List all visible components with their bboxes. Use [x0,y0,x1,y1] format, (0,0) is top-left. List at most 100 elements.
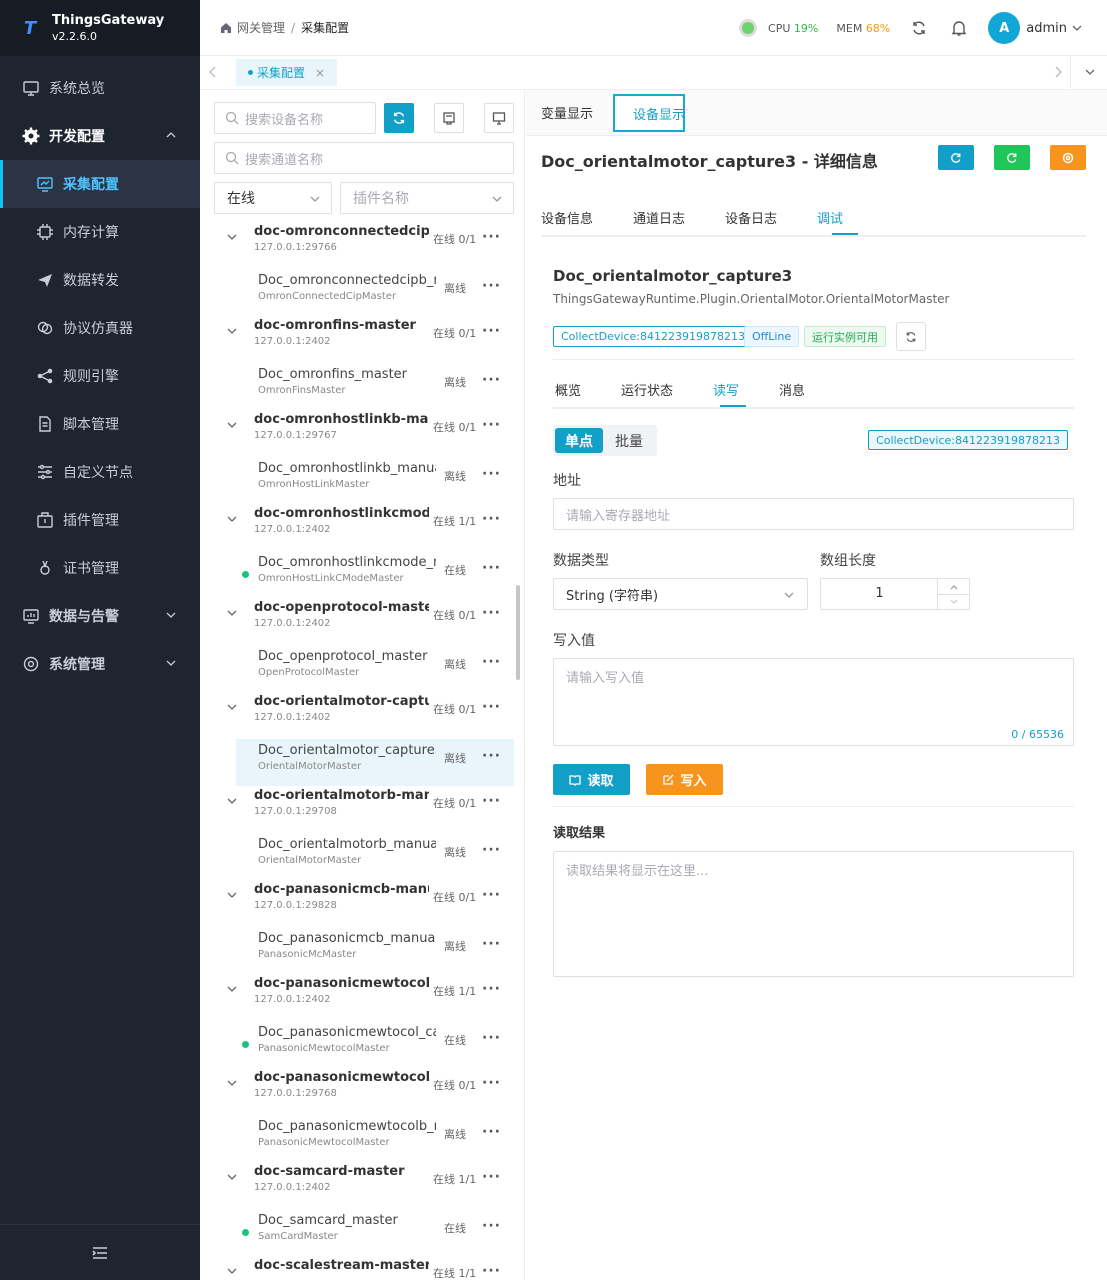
sidebar-item-protocol-sim[interactable]: 协议仿真器 [0,304,200,352]
user-name[interactable]: admin [1026,21,1067,36]
chevron-down-icon[interactable] [226,419,238,431]
mode-single-button[interactable]: 单点 [555,428,603,453]
tab-variable-view[interactable]: 变量显示 [541,90,593,134]
sidebar-item-cert-mgmt[interactable]: 证书管理 [0,544,200,592]
chevron-down-icon[interactable] [226,607,238,619]
tree-device-node[interactable]: Doc_panasonicmewtocol_cap... PanasonicMew… [214,1021,514,1068]
tree-device-node[interactable]: Doc_panasonicmewtocolb_m... PanasonicMewt… [214,1115,514,1162]
tree-channel-node[interactable]: doc-samcard-master 127.0.0.1:2402 在线 1/1 ··… [214,1162,514,1209]
more-icon[interactable]: ··· [482,560,501,576]
chevron-down-icon[interactable] [226,701,238,713]
chevron-left-icon[interactable] [206,64,220,80]
tree-channel-node[interactable]: doc-omronhostlinkcmode-... 127.0.0.1:2402… [214,504,514,551]
tree-channel-node[interactable]: doc-orientalmotor-capture3 127.0.0.1:2402… [214,692,514,739]
status-select[interactable]: 在线 [214,182,332,214]
tab-device-info[interactable]: 设备信息 [541,208,593,227]
increment-button[interactable] [938,579,969,594]
write-value-textarea[interactable]: 请输入写入值 0 / 65536 [553,658,1074,746]
more-icon[interactable]: ··· [482,699,501,715]
avatar[interactable]: A [988,12,1021,44]
sidebar-item-overview[interactable]: 系统总览 [0,64,200,112]
tree-device-node[interactable]: Doc_samcard_master SamCardMaster 在线 ··· [214,1209,514,1256]
tree-device-node[interactable]: Doc_orientalmotor_capture3 OrientalMotorM… [236,739,514,786]
sidebar-item-data-alarm[interactable]: 数据与告警 [0,592,200,640]
refresh-button[interactable] [908,17,930,39]
chevron-down-icon[interactable] [226,1265,238,1277]
more-icon[interactable]: ··· [482,654,501,670]
address-input[interactable]: 请输入寄存器地址 [553,498,1074,530]
write-button[interactable]: 写入 [646,764,723,795]
chevron-down-icon[interactable] [1083,64,1097,80]
tree-device-node[interactable]: Doc_openprotocol_master OpenProtocolMaste… [214,645,514,692]
tree-channel-node[interactable]: doc-panasonicmcb-manual 127.0.0.1:29828 在线… [214,880,514,927]
chevron-down-icon[interactable] [226,1171,238,1183]
more-icon[interactable]: ··· [482,1075,501,1091]
chevron-down-icon[interactable] [226,325,238,337]
tab-messages[interactable]: 消息 [779,380,805,399]
more-icon[interactable]: ··· [482,417,501,433]
read-button[interactable]: 读取 [553,764,630,795]
tree-device-node[interactable]: Doc_omronconnectedcipb_m... OmronConnecte… [214,269,514,316]
tab-channel-log[interactable]: 通道日志 [633,208,685,227]
chevron-down-icon[interactable] [226,231,238,243]
tree-channel-node[interactable]: doc-omronconnectedcipb-... 127.0.0.1:2976… [214,222,514,269]
more-icon[interactable]: ··· [482,981,501,997]
chevron-down-icon[interactable] [226,795,238,807]
read-result-textarea[interactable]: 读取结果将显示在这里... [553,851,1074,977]
more-icon[interactable]: ··· [482,511,501,527]
chevron-down-icon[interactable] [226,513,238,525]
more-icon[interactable]: ··· [482,748,501,764]
sidebar-item-custom-node[interactable]: 自定义节点 [0,448,200,496]
more-icon[interactable]: ··· [482,466,501,482]
more-icon[interactable]: ··· [482,793,501,809]
tab-collect-config[interactable]: 采集配置 × [236,59,338,86]
chevron-down-icon[interactable] [226,1077,238,1089]
more-icon[interactable]: ··· [482,323,501,339]
tree-device-node[interactable]: Doc_orientalmotorb_manual OrientalMotorMa… [214,833,514,880]
sidebar-item-rule-engine[interactable]: 规则引擎 [0,352,200,400]
more-icon[interactable]: ··· [482,887,501,903]
sidebar-item-collect-config[interactable]: 采集配置 [0,160,200,208]
more-icon[interactable]: ··· [482,1124,501,1140]
more-icon[interactable]: ··· [482,1030,501,1046]
sidebar-item-script-mgmt[interactable]: 脚本管理 [0,400,200,448]
tree-channel-node[interactable]: doc-orientalmotorb-manual 127.0.0.1:29708… [214,786,514,833]
array-length-stepper[interactable]: 1 [820,578,970,610]
collapse-sidebar-button[interactable] [0,1224,200,1280]
channel-search-input[interactable]: 搜索通道名称 [214,142,514,174]
more-icon[interactable]: ··· [482,1263,501,1279]
more-icon[interactable]: ··· [482,1218,501,1234]
tree-channel-node[interactable]: doc-openprotocol-master 127.0.0.1:2402 在线 … [214,598,514,645]
more-icon[interactable]: ··· [482,229,501,245]
sidebar-item-plugin-mgmt[interactable]: 插件管理 [0,496,200,544]
tab-debug[interactable]: 调试 [817,208,843,227]
refresh-status-button[interactable] [896,322,926,351]
tab-device-log[interactable]: 设备日志 [725,208,777,227]
device-search-input[interactable]: 搜索设备名称 [214,102,376,134]
tree-channel-node[interactable]: doc-omronhostlinkb-manual 127.0.0.1:29767… [214,410,514,457]
plugin-select[interactable]: 插件名称 [340,182,514,214]
breadcrumb-item[interactable]: 网关管理 [237,19,285,36]
reload-button[interactable] [938,145,974,170]
tree-channel-node[interactable]: doc-panasonicmewtocol-c... 127.0.0.1:2402… [214,974,514,1021]
tree-channel-node[interactable]: doc-panasonicmewtocolb-... 127.0.0.1:2976… [214,1068,514,1115]
sidebar-item-memory-calc[interactable]: 内存计算 [0,208,200,256]
sidebar-item-data-forward[interactable]: 数据转发 [0,256,200,304]
notification-button[interactable] [948,17,970,39]
chevron-right-icon[interactable] [1051,64,1065,80]
mode-batch-button[interactable]: 批量 [605,428,653,453]
tab-run-status[interactable]: 运行状态 [621,380,673,399]
tree-device-node[interactable]: Doc_panasonicmcb_manual PanasonicMcMaster… [214,927,514,974]
tab-overview[interactable]: 概览 [555,380,581,399]
tree-device-node[interactable]: Doc_omronhostlinkb_manual OmronHostLinkMa… [214,457,514,504]
tree-device-node[interactable]: Doc_omronhostlinkcmode_m... OmronHostLink… [214,551,514,598]
datatype-select[interactable]: String (字符串) [553,578,808,610]
restart-button[interactable] [994,145,1030,170]
more-icon[interactable]: ··· [482,278,501,294]
tree-scrollbar[interactable] [516,585,520,680]
sidebar-item-system-mgmt[interactable]: 系统管理 [0,640,200,688]
settings-button[interactable] [1050,145,1086,170]
more-icon[interactable]: ··· [482,605,501,621]
more-icon[interactable]: ··· [482,1169,501,1185]
decrement-button[interactable] [938,594,969,609]
